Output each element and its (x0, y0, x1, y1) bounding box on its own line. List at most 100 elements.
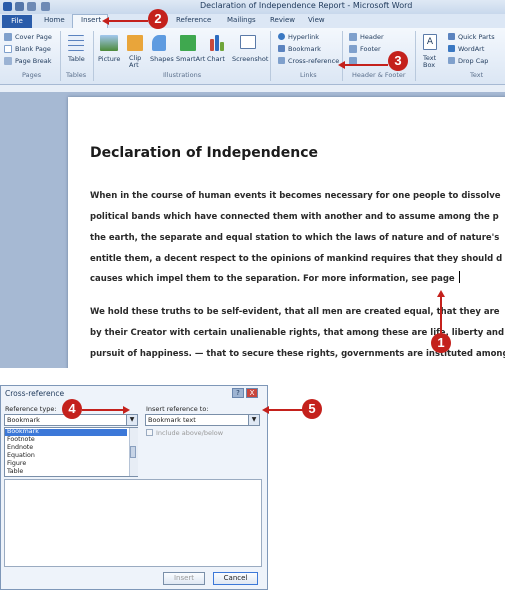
list-item[interactable]: Figure (7, 460, 26, 467)
callout-arrowhead (262, 406, 269, 414)
chart-icon-bar (220, 42, 224, 51)
callout-arrowhead (338, 61, 345, 69)
tab-home[interactable]: Home (44, 16, 65, 24)
help-icon[interactable]: ? (232, 388, 244, 398)
document-line: causes which impel them to the separatio… (90, 274, 455, 284)
chart-icon (210, 39, 214, 51)
redo-icon[interactable] (41, 2, 50, 11)
page-break-button[interactable]: Page Break (15, 57, 52, 65)
tab-mailings[interactable]: Mailings (227, 16, 256, 24)
separator (342, 31, 343, 81)
ruler (0, 85, 505, 92)
separator (60, 31, 61, 81)
callout-3: 3 (388, 51, 408, 71)
text-box-button[interactable]: Text Box (423, 55, 439, 69)
callout-arrow (440, 295, 442, 335)
footer-icon (349, 45, 357, 53)
close-icon[interactable]: X (246, 388, 258, 398)
reference-type-value: Bookmark (7, 416, 40, 424)
clip-art-button[interactable]: Clip Art (129, 55, 143, 69)
chevron-down-icon[interactable]: ▼ (126, 415, 137, 425)
clip-art-icon (127, 35, 143, 51)
separator (270, 31, 271, 81)
document-heading: Declaration of Independence (90, 145, 318, 161)
screenshot-button[interactable]: Screenshot (232, 55, 268, 63)
insert-reference-value: Bookmark text (148, 416, 196, 424)
callout-1: 1 (431, 333, 451, 353)
group-tables-label: Tables (66, 71, 87, 79)
callout-arrow (268, 409, 303, 411)
tab-references[interactable]: Reference (176, 16, 211, 24)
group-header-footer-label: Header & Footer (352, 71, 406, 79)
include-above-below-checkbox[interactable] (146, 429, 153, 436)
list-item[interactable]: Footnote (7, 436, 35, 443)
smartart-icon (180, 35, 196, 51)
include-above-below-label: Include above/below (156, 429, 224, 437)
callout-arrowhead (102, 17, 109, 25)
dialog-title: Cross-reference (5, 389, 65, 398)
picture-button[interactable]: Picture (98, 55, 120, 63)
list-item[interactable]: Endnote (7, 444, 33, 451)
blank-page-button[interactable]: Blank Page (15, 45, 51, 53)
tab-review[interactable]: Review (270, 16, 295, 24)
cross-reference-icon (278, 57, 285, 64)
callout-4: 4 (62, 399, 82, 419)
list-item[interactable]: Bookmark (7, 428, 39, 435)
list-item[interactable]: Equation (7, 452, 35, 459)
cross-reference-button[interactable]: Cross-reference (288, 57, 339, 65)
hyperlink-button[interactable]: Hyperlink (288, 33, 319, 41)
text-box-icon: A (423, 34, 437, 50)
tab-view[interactable]: View (308, 16, 325, 24)
callout-2: 2 (148, 9, 168, 29)
shapes-icon (152, 35, 166, 51)
cancel-button[interactable]: Cancel (213, 572, 258, 585)
bookmark-button[interactable]: Bookmark (288, 45, 321, 53)
reference-items-list[interactable] (4, 479, 262, 567)
chart-button[interactable]: Chart (207, 55, 225, 63)
group-text-label: Text (470, 71, 484, 79)
picture-icon (100, 35, 118, 51)
group-illustrations-label: Illustrations (163, 71, 202, 79)
quick-parts-icon (448, 33, 455, 40)
header-icon (349, 33, 357, 41)
document-line: When in the course of human events it be… (90, 191, 501, 201)
hyperlink-icon (278, 33, 285, 40)
wordart-button[interactable]: WordArt (458, 45, 484, 53)
quick-parts-button[interactable]: Quick Parts (458, 33, 495, 41)
document-line: political bands which have connected the… (90, 212, 499, 222)
reference-type-list[interactable]: Bookmark Footnote Endnote Equation Figur… (4, 427, 138, 477)
window-title: Declaration of Independence Report - Mic… (200, 1, 413, 10)
callout-arrowhead (123, 406, 130, 414)
cover-page-button[interactable]: Cover Page (15, 33, 52, 41)
text-cursor (459, 271, 460, 283)
title-bar: Declaration of Independence Report - Mic… (0, 0, 505, 14)
chevron-down-icon[interactable]: ▼ (248, 415, 259, 425)
save-icon[interactable] (15, 2, 24, 11)
callout-arrow (343, 64, 388, 66)
list-item[interactable]: Table (7, 468, 23, 475)
bookmark-icon (278, 45, 285, 52)
document-line: entitle them, a decent respect to the op… (90, 254, 503, 264)
insert-reference-select[interactable]: Bookmark text ▼ (145, 414, 260, 426)
callout-arrowhead (437, 290, 445, 297)
insert-button[interactable]: Insert (163, 572, 205, 585)
insert-reference-label: Insert reference to: (146, 405, 209, 413)
footer-button[interactable]: Footer (360, 45, 381, 53)
callout-arrow (106, 20, 148, 22)
table-icon (68, 35, 84, 51)
document-line: the earth, the separate and equal statio… (90, 233, 500, 243)
tab-insert-label: Insert (81, 16, 102, 24)
smartart-button[interactable]: SmartArt (176, 55, 205, 63)
page-break-icon (4, 57, 12, 65)
group-pages-label: Pages (22, 71, 42, 79)
scrollbar-thumb[interactable] (130, 446, 136, 458)
header-button[interactable]: Header (360, 33, 384, 41)
undo-icon[interactable] (27, 2, 36, 11)
table-button[interactable]: Table (68, 55, 85, 63)
drop-cap-button[interactable]: Drop Cap (458, 57, 488, 65)
tab-file[interactable]: File (2, 15, 32, 28)
shapes-button[interactable]: Shapes (150, 55, 174, 63)
reference-type-label: Reference type: (5, 405, 57, 413)
wordart-icon (448, 45, 455, 52)
separator (415, 31, 416, 81)
